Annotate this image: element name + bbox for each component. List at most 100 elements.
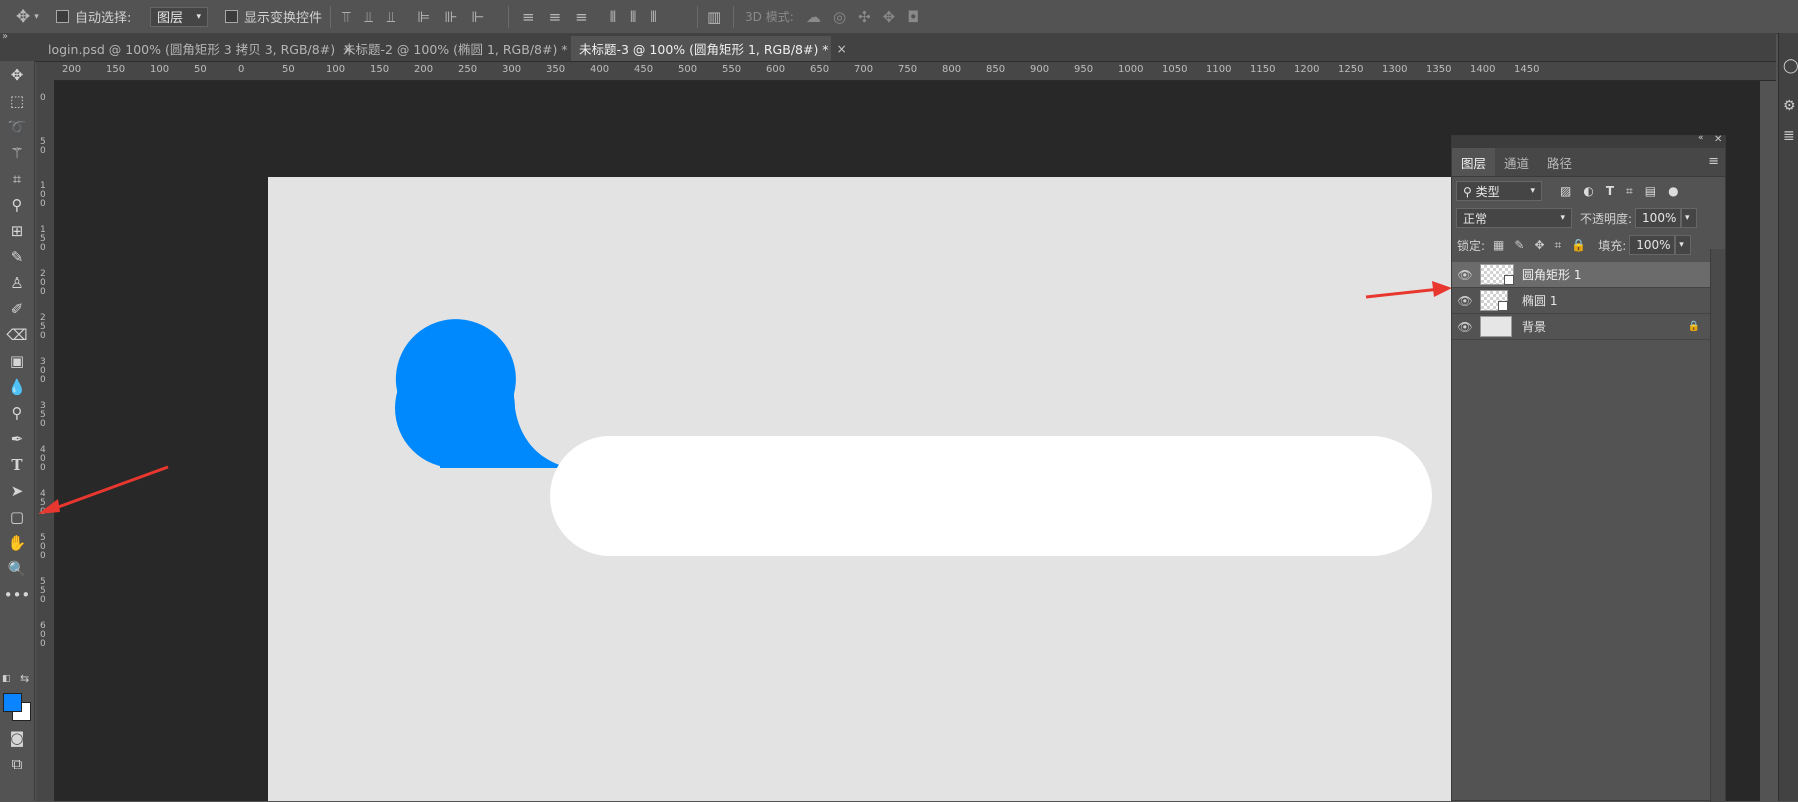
show-transform-checkbox[interactable] bbox=[225, 10, 238, 23]
swap-colors-icon[interactable]: ⇆ bbox=[20, 672, 29, 685]
default-colors-icon[interactable]: ◧ bbox=[2, 674, 11, 684]
distribute-hcenter-icon[interactable]: ⫴ bbox=[630, 8, 636, 26]
more-tools[interactable]: ••• bbox=[0, 583, 34, 607]
pen-tool[interactable]: ✒ bbox=[0, 427, 34, 451]
eye-icon[interactable]: 👁 bbox=[1452, 268, 1478, 282]
ruler-label: 0 bbox=[40, 93, 46, 103]
chevron-down-icon: ▾ bbox=[1685, 213, 1690, 223]
auto-select-checkbox-group[interactable]: 自动选择: bbox=[56, 0, 131, 33]
eye-icon[interactable]: 👁 bbox=[1452, 294, 1478, 308]
ruler-label: 950 bbox=[1074, 64, 1094, 75]
layer-name[interactable]: 背景 bbox=[1522, 318, 1546, 335]
orbit-3d-icon[interactable]: ☁ bbox=[806, 8, 821, 26]
lasso-tool[interactable]: ➰ bbox=[0, 115, 34, 139]
hand-tool[interactable]: ✋ bbox=[0, 531, 34, 555]
lock-all-icon[interactable]: 🔒 bbox=[1571, 238, 1586, 253]
tab-untitled-2[interactable]: 未标题-2 @ 100% (椭圆 1, RGB/8#) * × bbox=[335, 36, 586, 61]
auto-select-checkbox[interactable] bbox=[56, 10, 69, 23]
align-hcenter-icon[interactable]: ⊪ bbox=[444, 8, 457, 26]
lock-artboard-icon[interactable]: ⌗ bbox=[1555, 238, 1562, 253]
collapse-panels-icon[interactable]: » bbox=[2, 31, 8, 42]
close-icon[interactable]: ✕ bbox=[1714, 134, 1722, 145]
lock-position-icon[interactable]: ✥ bbox=[1534, 238, 1544, 253]
crop-tool[interactable]: ⌗ bbox=[0, 167, 34, 191]
distribute-left-icon[interactable]: ⫴ bbox=[610, 8, 616, 26]
filter-type-icon[interactable]: T bbox=[1606, 184, 1614, 199]
adjust-icon[interactable]: ⚙ bbox=[1783, 98, 1796, 114]
align-vcenter-icon[interactable]: ⫫ bbox=[364, 8, 372, 26]
ellipsis-icon: ••• bbox=[3, 586, 31, 604]
magic-wand-tool[interactable]: ⚚ bbox=[0, 141, 34, 165]
collapse-icon[interactable]: « bbox=[1698, 133, 1704, 143]
opacity-input[interactable]: 100% bbox=[1635, 208, 1682, 228]
layer-row-rounded-rect[interactable]: 👁 圆角矩形 1 bbox=[1452, 262, 1712, 288]
document-canvas[interactable] bbox=[268, 177, 1453, 801]
screen-mode[interactable]: ⧉ bbox=[0, 752, 34, 776]
filter-pixel-icon[interactable]: ▨ bbox=[1560, 184, 1571, 199]
distribute-right-icon[interactable]: ⫴ bbox=[650, 8, 656, 26]
marquee-tool[interactable]: ⬚ bbox=[0, 89, 34, 113]
lock-transparent-icon[interactable]: ▦ bbox=[1493, 238, 1504, 253]
quick-mask[interactable]: ◙ bbox=[0, 726, 34, 750]
type-tool[interactable]: T bbox=[0, 453, 34, 477]
tab-login-psd[interactable]: login.psd @ 100% (圆角矩形 3 拷贝 3, RGB/8#) × bbox=[40, 36, 353, 61]
brush-tool[interactable]: ✎ bbox=[0, 245, 34, 269]
roll-3d-icon[interactable]: ◎ bbox=[833, 8, 846, 26]
ruler-label: 1450 bbox=[1514, 64, 1540, 75]
ruler-label: 200 bbox=[40, 269, 46, 297]
move-tool[interactable]: ✥ bbox=[0, 63, 34, 87]
blend-mode-dropdown[interactable]: 正常 ▾ bbox=[1456, 208, 1572, 228]
auto-align-icon[interactable]: ▥ bbox=[707, 8, 721, 26]
properties-icon[interactable]: ≣ bbox=[1783, 128, 1795, 144]
distribute-bottom-icon[interactable]: ≡ bbox=[575, 8, 588, 26]
align-top-icon[interactable]: ⫪ bbox=[342, 8, 350, 26]
layer-filter-dropdown[interactable]: ⚲ 类型 ▾ bbox=[1456, 181, 1542, 201]
filter-adjustment-icon[interactable]: ◐ bbox=[1583, 184, 1593, 199]
layer-row-ellipse[interactable]: 👁 椭圆 1 bbox=[1452, 288, 1712, 314]
align-bottom-icon[interactable]: ⫫ bbox=[387, 8, 395, 26]
eraser-tool[interactable]: ⌫ bbox=[0, 323, 34, 347]
gradient-tool[interactable]: ▣ bbox=[0, 349, 34, 373]
opacity-dropdown[interactable]: ▾ bbox=[1681, 208, 1698, 228]
align-right-icon[interactable]: ⊩ bbox=[472, 8, 485, 26]
move-tool-preset[interactable]: ✥ ▾ bbox=[16, 0, 39, 33]
fill-dropdown[interactable]: ▾ bbox=[1675, 235, 1692, 255]
align-left-icon[interactable]: ⊫ bbox=[417, 8, 430, 26]
search-icon[interactable]: ◯ bbox=[1783, 58, 1798, 74]
slide-3d-icon[interactable]: ✥ bbox=[883, 8, 896, 26]
blur-tool[interactable]: 💧 bbox=[0, 375, 34, 399]
panel-header[interactable]: « ✕ bbox=[1452, 133, 1725, 148]
eyedropper-tool[interactable]: ⚲ bbox=[0, 193, 34, 217]
stamp-tool[interactable]: ♙ bbox=[0, 271, 34, 295]
camera-3d-icon[interactable]: ◘ bbox=[907, 8, 919, 26]
tab-channels[interactable]: 通道 bbox=[1495, 148, 1538, 176]
layers-scrollbar[interactable] bbox=[1710, 249, 1725, 802]
show-transform-controls[interactable]: 显示变换控件 bbox=[225, 0, 322, 33]
tab-layers[interactable]: 图层 bbox=[1452, 148, 1496, 176]
rounded-rectangle-shape[interactable] bbox=[550, 436, 1432, 556]
tab-paths[interactable]: 路径 bbox=[1538, 148, 1581, 176]
layer-row-background[interactable]: 👁 背景 🔒 bbox=[1452, 314, 1712, 340]
path-selection-tool[interactable]: ➤ bbox=[0, 479, 34, 503]
filter-smart-object-icon[interactable]: ▤ bbox=[1645, 184, 1656, 199]
zoom-tool[interactable]: 🔍 bbox=[0, 557, 34, 581]
healing-tool[interactable]: ⊞ bbox=[0, 219, 34, 243]
layer-name[interactable]: 圆角矩形 1 bbox=[1522, 266, 1581, 283]
panel-menu-icon[interactable]: ≡ bbox=[1708, 154, 1719, 169]
fill-input[interactable]: 100% bbox=[1629, 235, 1676, 255]
filter-shape-icon[interactable]: ⌗ bbox=[1626, 184, 1633, 199]
rounded-rectangle-tool[interactable]: ▢ bbox=[0, 505, 34, 529]
tab-untitled-3[interactable]: 未标题-3 @ 100% (圆角矩形 1, RGB/8#) * × bbox=[571, 36, 847, 61]
auto-select-dropdown[interactable]: 图层 ▾ bbox=[150, 6, 208, 27]
foreground-color-swatch[interactable] bbox=[3, 693, 22, 712]
close-icon[interactable]: × bbox=[837, 42, 847, 56]
dodge-tool[interactable]: ⚲ bbox=[0, 401, 34, 425]
filter-toggle-icon[interactable]: ● bbox=[1668, 184, 1678, 199]
history-brush-tool[interactable]: ✐ bbox=[0, 297, 34, 321]
eye-icon[interactable]: 👁 bbox=[1452, 320, 1478, 334]
lock-pixels-icon[interactable]: ✎ bbox=[1514, 238, 1524, 253]
pan-3d-icon[interactable]: ✣ bbox=[858, 8, 871, 26]
distribute-vcenter-icon[interactable]: ≡ bbox=[549, 8, 562, 26]
distribute-top-icon[interactable]: ≡ bbox=[522, 8, 535, 26]
layer-name[interactable]: 椭圆 1 bbox=[1522, 292, 1557, 309]
